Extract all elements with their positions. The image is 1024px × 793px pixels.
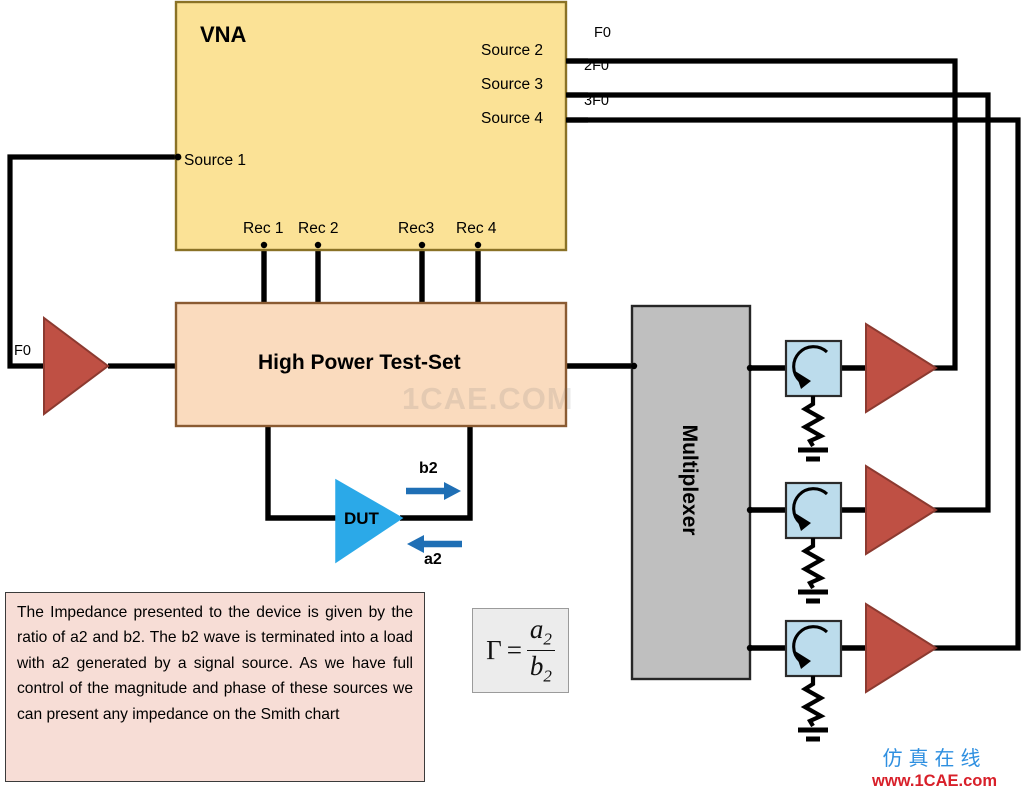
port-label-source-3: Source 3: [481, 76, 544, 93]
wire-source3-to-amp2: [566, 92, 991, 513]
reflection-coefficient-formula-box: Γ = a2 b2: [472, 608, 569, 693]
fraction-numerator: a2: [529, 614, 552, 649]
freq-label-input-f0: F0: [14, 343, 31, 359]
power-amplifier-1[interactable]: [865, 322, 938, 414]
termination-resistor-1: [800, 396, 826, 448]
port-dot-source1: [174, 153, 182, 161]
brand-watermark-cn: 仿真在线: [882, 746, 987, 770]
termination-resistor-2: [800, 538, 826, 590]
center-watermark: 1CAE.COM: [402, 381, 574, 416]
reflection-coefficient-formula: Γ = a2 b2: [486, 615, 555, 686]
freq-label-3f0: 3F0: [584, 93, 609, 109]
freq-label-f0: F0: [594, 25, 611, 41]
wire-group-source1-path: [7, 154, 176, 369]
wave-label-a2: a2: [424, 551, 442, 568]
power-amplifier-3[interactable]: [865, 602, 938, 694]
vna-block-label: VNA: [200, 22, 247, 47]
port-label-source-4: Source 4: [481, 110, 544, 127]
brand-watermark-url: www.1CAE.com: [872, 772, 997, 790]
wire-source2-to-amp1: [566, 58, 958, 371]
dut-block-label: DUT: [344, 509, 379, 528]
port-label-rec-3: Rec3: [398, 220, 435, 237]
ground-symbol-3: [798, 727, 828, 742]
termination-resistor-3: [800, 676, 826, 728]
wire-group-mux-to-circulators: [750, 365, 786, 651]
harmonic-branch-3: [784, 602, 938, 742]
harmonic-branch-2: [784, 464, 938, 604]
wave-label-b2: b2: [419, 460, 438, 477]
wire-testset-to-dut-input: [265, 426, 336, 521]
freq-label-2f0: 2F0: [584, 58, 609, 74]
fraction-denominator: b2: [529, 651, 552, 686]
harmonic-branch-1: [784, 322, 938, 462]
port-label-rec-1: Rec 1: [243, 220, 284, 237]
equals-symbol: =: [506, 635, 522, 665]
input-amplifier-f0[interactable]: [43, 316, 110, 416]
ground-symbol-2: [798, 589, 828, 604]
b2-arrow-icon: [406, 482, 461, 500]
power-amplifier-2[interactable]: [865, 464, 938, 556]
explanation-note-text: The Impedance presented to the device is…: [17, 604, 413, 723]
wire-group-circulator-to-amp: [841, 365, 866, 651]
gamma-symbol: Γ: [486, 635, 502, 665]
test-set-block-label: High Power Test-Set: [258, 351, 461, 374]
ratio-fraction: a2 b2: [526, 614, 555, 686]
port-label-source-1: Source 1: [184, 152, 247, 169]
diagram-canvas: VNA High Power Test-Set DUT Multiplexer …: [0, 0, 1024, 793]
wire-source1-to-input-amp: [7, 154, 176, 369]
brand-watermark: 仿真在线 www.1CAE.com: [872, 742, 997, 791]
explanation-note-box: The Impedance presented to the device is…: [5, 592, 425, 782]
wire-group-receivers: [261, 243, 481, 303]
ground-symbol-1: [798, 447, 828, 462]
port-label-rec-2: Rec 2: [298, 220, 339, 237]
port-label-rec-4: Rec 4: [456, 220, 497, 237]
multiplexer-block-label: Multiplexer: [678, 424, 701, 536]
port-label-source-2: Source 2: [481, 42, 544, 59]
